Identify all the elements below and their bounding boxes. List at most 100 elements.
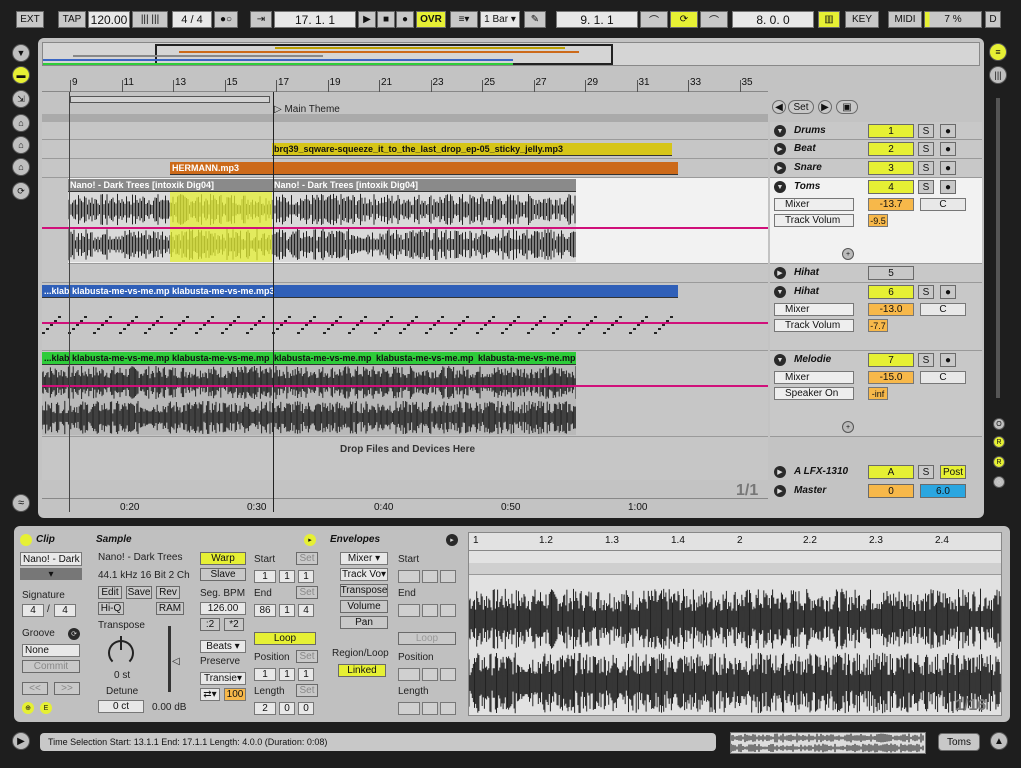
beat-clip[interactable]: brq39_sqware-squeeze_it_to_the_last_drop… — [272, 143, 672, 156]
arrangement-view-icon[interactable]: ≡ — [989, 43, 1007, 61]
env-start-1[interactable] — [398, 570, 420, 583]
midi-map-button[interactable]: MIDI — [888, 11, 922, 28]
track-solo-button[interactable]: S — [918, 285, 934, 299]
track-fold-icon[interactable]: ▼ — [774, 125, 786, 137]
return-a-activator[interactable]: A — [868, 465, 914, 479]
track-activator[interactable]: 6 — [868, 285, 914, 299]
toms-automation-line[interactable] — [42, 227, 768, 229]
track-pan[interactable]: C — [920, 371, 966, 384]
vertical-scrollbar[interactable] — [996, 98, 1000, 398]
env-length-1[interactable] — [398, 702, 420, 715]
track-volume[interactable]: -13.0 — [868, 303, 914, 316]
locator-next-icon[interactable]: ▶ — [818, 100, 832, 114]
env-length-2[interactable] — [422, 702, 438, 715]
track-fold-icon[interactable]: ▼ — [774, 354, 786, 366]
pan-env-button[interactable]: Pan — [340, 616, 388, 629]
arrangement-position-field[interactable]: 17. 1. 1 — [274, 11, 356, 28]
start-sixteenth[interactable]: 1 — [298, 570, 314, 583]
toms-clip-1[interactable]: Nano! - Dark Trees [intoxik Dig04] — [68, 179, 272, 192]
play-icon[interactable]: ▶ — [358, 11, 376, 28]
overview-strip[interactable] — [42, 42, 980, 66]
double-tempo-button[interactable]: *2 — [224, 618, 244, 631]
overview-toggle-icon[interactable]: ≈ — [12, 494, 30, 512]
track-fold-icon[interactable]: ▼ — [774, 181, 786, 193]
follow-icon[interactable]: ⇥ — [250, 11, 272, 28]
toms-lane[interactable]: Nano! - Dark Trees [intoxik Dig04] Nano!… — [42, 178, 768, 264]
melodie-clip-3[interactable]: klabusta-me-vs-me.mp — [170, 352, 272, 365]
length-set-button[interactable]: Set — [296, 684, 318, 697]
track-arm-icon[interactable]: ● — [940, 353, 956, 367]
track-volume[interactable]: -15.0 — [868, 371, 914, 384]
loop-start-field[interactable]: 9. 1. 1 — [556, 11, 638, 28]
track-arm-icon[interactable]: ● — [940, 161, 956, 175]
track-activator[interactable]: 5 — [868, 266, 914, 280]
track-fold-icon[interactable]: ▼ — [774, 286, 786, 298]
envelope-device-menu[interactable]: Mixer ▾ — [340, 552, 388, 565]
position-beat[interactable]: 1 — [279, 668, 295, 681]
track-name[interactable]: Hihat — [794, 286, 819, 297]
half-tempo-button[interactable]: :2 — [200, 618, 220, 631]
track-header-0[interactable]: ▼ Drums 1 S ● — [770, 122, 982, 140]
device-browser-icon[interactable]: ▬ — [12, 66, 30, 84]
envelope-percent-field[interactable]: 100 — [224, 688, 246, 701]
length-sixteenth[interactable]: 0 — [298, 702, 314, 715]
start-beat[interactable]: 1 — [279, 570, 295, 583]
volume-env-button[interactable]: Volume — [340, 600, 388, 613]
snare-lane[interactable]: HERMANN.mp3 — [42, 159, 768, 178]
track-name[interactable]: Hihat — [794, 267, 819, 278]
end-set-button[interactable]: Set — [296, 586, 318, 599]
sends-toggle-icon[interactable]: R — [993, 436, 1005, 448]
track-header-4[interactable]: ▶ Hihat 5 — [770, 264, 982, 283]
melodie-clip-6[interactable]: klabusta-me-vs-me.mp — [476, 352, 576, 365]
length-beat[interactable]: 0 — [279, 702, 295, 715]
master-track[interactable]: ▶ Master 0 6.0 — [770, 482, 982, 500]
sample-editor[interactable]: 1 1.2 1.3 1.4 2 2.2 2.3 2.4 1/16 — [468, 532, 1002, 716]
quantize-icon[interactable]: ≡▾ — [450, 11, 478, 28]
return-a-fold-icon[interactable]: ▶ — [774, 466, 786, 478]
edit-button[interactable]: Edit — [98, 586, 122, 599]
tap-tempo-button[interactable]: TAP — [58, 11, 86, 28]
track-solo-button[interactable]: S — [918, 353, 934, 367]
file-browser-2-icon[interactable]: ⌂ — [12, 136, 30, 154]
track-arm-icon[interactable]: ● — [940, 124, 956, 138]
track-fold-icon[interactable]: ▶ — [774, 162, 786, 174]
transpose-env-button[interactable]: Transpose — [340, 584, 388, 597]
hihat-group-lane[interactable] — [42, 264, 768, 283]
clip-nudge-back-icon[interactable]: << — [22, 682, 48, 695]
track-solo-button[interactable]: S — [918, 124, 934, 138]
seg-bpm-field[interactable]: 126.00 — [200, 602, 246, 615]
track-pan[interactable]: C — [920, 198, 966, 211]
toms-clip-2[interactable]: Nano! - Dark Trees [intoxik Dig04] — [272, 179, 576, 192]
punch-out-icon[interactable]: ⌒ — [700, 11, 728, 28]
automation-device-menu[interactable]: Mixer — [774, 371, 854, 384]
track-fold-icon[interactable]: ▶ — [774, 143, 786, 155]
ram-button[interactable]: RAM — [156, 602, 184, 615]
track-activator[interactable]: 4 — [868, 180, 914, 194]
position-sixteenth[interactable]: 1 — [298, 668, 314, 681]
draw-mode-icon[interactable]: ✎ — [524, 11, 546, 28]
env-position-3[interactable] — [440, 668, 456, 681]
hotswap-icon[interactable]: ⟳ — [12, 182, 30, 200]
lock-icon[interactable]: ▣ — [836, 100, 858, 114]
commit-button[interactable]: Commit — [22, 660, 80, 673]
track-arm-icon[interactable]: ● — [940, 285, 956, 299]
preserve-menu[interactable]: Transie ▾ — [200, 672, 246, 685]
hihat-clip-1[interactable]: ...klab — [42, 285, 70, 298]
master-fold-icon[interactable]: ▶ — [774, 485, 786, 497]
envelope-toggle-icon[interactable]: E — [40, 702, 52, 714]
automation-value[interactable]: -7.7 — [868, 319, 888, 332]
clip-box-toggle-icon[interactable] — [20, 534, 32, 546]
detail-overview[interactable] — [730, 732, 926, 754]
melodie-automation-line[interactable] — [42, 385, 768, 387]
track-header-2[interactable]: ▶ Snare 3 S ● — [770, 159, 982, 178]
file-browser-3-icon[interactable]: ⌂ — [12, 158, 30, 176]
clip-sig-num[interactable]: 4 — [22, 604, 44, 617]
track-pan[interactable]: C — [920, 303, 966, 316]
detune-field[interactable]: 0 ct — [98, 700, 144, 713]
hihat-clip-3[interactable]: klabusta-me-vs-me.mp3 — [170, 285, 678, 298]
warp-button[interactable]: Warp — [200, 552, 246, 565]
locator-lane[interactable]: ▷ Main Theme — [42, 92, 768, 122]
locator-prev-icon[interactable]: ◀ — [772, 100, 786, 114]
io-toggle-icon[interactable]: O — [993, 418, 1005, 430]
track-name[interactable]: Snare — [794, 162, 822, 173]
